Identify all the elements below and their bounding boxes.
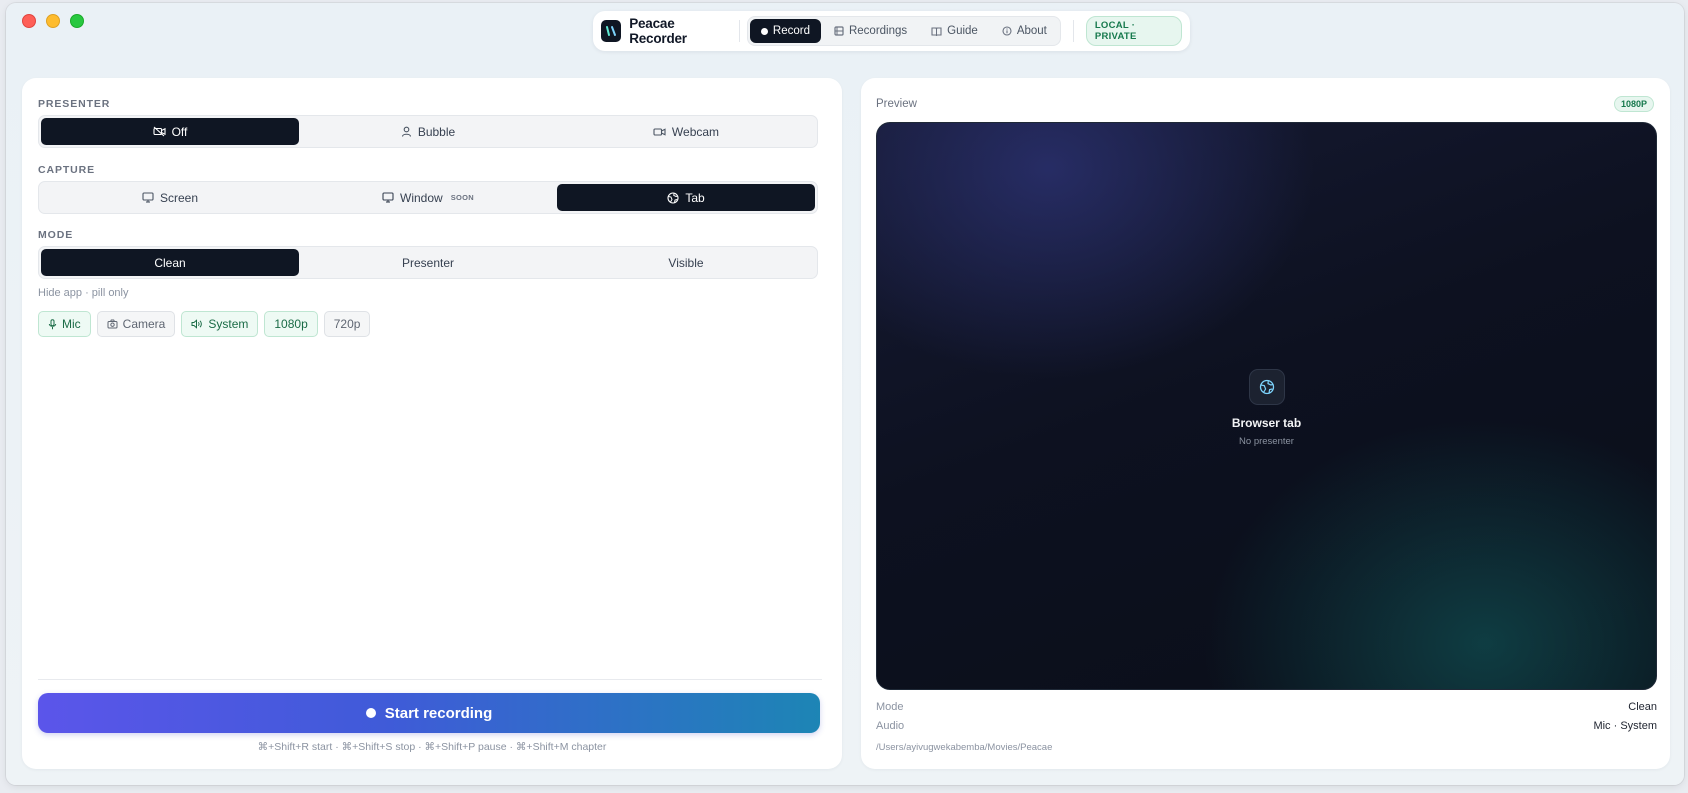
- close-window-button[interactable]: [22, 14, 36, 28]
- nav-record[interactable]: Record: [749, 19, 821, 43]
- preview-source-label: Browser tab: [1231, 416, 1302, 430]
- app-logo-icon: [601, 20, 622, 42]
- start-recording-button[interactable]: Start recording: [38, 693, 820, 733]
- info-icon: [1002, 26, 1012, 36]
- audio-meta-row: Audio Mic · System: [876, 720, 1657, 732]
- footer-divider: [38, 679, 822, 680]
- main-nav: Record Recordings Guide About: [746, 16, 1061, 46]
- mode-section-label: MODE: [38, 229, 74, 241]
- capture-section-label: CAPTURE: [38, 164, 96, 176]
- keyboard-shortcuts-hint: ⌘+Shift+R start · ⌘+Shift+S stop · ⌘+Shi…: [257, 741, 607, 753]
- nav-guide-label: Guide: [947, 25, 978, 37]
- mode-meta-value: Clean: [1628, 701, 1657, 713]
- camera-toggle-label: Camera: [122, 317, 166, 331]
- record-dot-icon: [365, 708, 376, 718]
- preview-title: Preview: [876, 98, 917, 110]
- capture-option-tab[interactable]: Tab: [557, 184, 815, 211]
- mode-option-presenter[interactable]: Presenter: [299, 249, 557, 276]
- nav-record-label: Record: [772, 25, 810, 37]
- presenter-option-off[interactable]: Off: [41, 118, 299, 145]
- mode-option-visible[interactable]: Visible: [557, 249, 815, 276]
- book-icon: [931, 26, 942, 36]
- nav-about-label: About: [1016, 25, 1047, 37]
- monitor-icon: [142, 192, 154, 203]
- capture-option-tab-label: Tab: [685, 190, 705, 205]
- window-controls: [22, 14, 84, 28]
- record-dot-icon: [760, 27, 768, 35]
- capture-option-window-label: Window: [400, 190, 443, 205]
- speaker-icon: [191, 319, 203, 329]
- resolution-1080p-option[interactable]: 1080p: [264, 311, 318, 337]
- minimize-window-button[interactable]: [46, 14, 60, 28]
- system-audio-toggle[interactable]: System: [181, 311, 259, 337]
- window-icon: [382, 192, 394, 203]
- camera-toggle[interactable]: Camera: [96, 311, 176, 337]
- capture-option-screen[interactable]: Screen: [41, 184, 299, 211]
- user-icon: [401, 126, 412, 137]
- mode-meta-row: Mode Clean: [876, 701, 1657, 713]
- mic-toggle-label: Mic: [62, 317, 81, 331]
- film-icon: [834, 26, 844, 36]
- audio-meta-key: Audio: [876, 720, 905, 732]
- preview-panel: Preview 1080P Browser tab No presenter M…: [861, 78, 1670, 769]
- preview-placeholder: Browser tab No presenter: [877, 369, 1656, 447]
- video-icon: [653, 127, 666, 137]
- preview-canvas: Browser tab No presenter: [876, 122, 1657, 690]
- resolution-badge: 1080P: [1613, 96, 1654, 112]
- mode-hint: Hide app · pill only: [38, 287, 129, 299]
- capture-selector: Screen Window SOON Tab: [38, 181, 818, 214]
- start-recording-label: Start recording: [384, 704, 493, 722]
- globe-icon: [1248, 369, 1285, 405]
- soon-tag: SOON: [450, 193, 474, 202]
- presenter-option-webcam-label: Webcam: [671, 124, 720, 139]
- mode-option-clean[interactable]: Clean: [41, 249, 299, 276]
- top-bar: Peacae Recorder Record Recordings Guide: [593, 11, 1190, 51]
- presenter-option-bubble-label: Bubble: [417, 124, 456, 139]
- settings-panel: PRESENTER Off Bubble Webcam CAPTURE Scre…: [22, 78, 842, 769]
- presenter-section-label: PRESENTER: [38, 98, 111, 110]
- nav-recordings[interactable]: Recordings: [823, 19, 918, 43]
- privacy-badge: LOCAL · PRIVATE: [1085, 16, 1183, 46]
- nav-about[interactable]: About: [991, 19, 1058, 43]
- nav-recordings-label: Recordings: [848, 25, 908, 37]
- presenter-option-webcam[interactable]: Webcam: [557, 118, 815, 145]
- app-window: Peacae Recorder Record Recordings Guide: [6, 3, 1684, 785]
- video-off-icon: [153, 126, 166, 137]
- capture-option-screen-label: Screen: [159, 190, 199, 205]
- audio-meta-value: Mic · System: [1593, 720, 1657, 732]
- preview-presenter-label: No presenter: [1239, 436, 1294, 447]
- globe-icon: [667, 191, 679, 204]
- camera-icon: [107, 319, 118, 329]
- divider: [738, 20, 740, 42]
- recording-toggles: Mic Camera System 1080p 720p: [38, 311, 371, 337]
- resolution-720p-option[interactable]: 720p: [323, 311, 371, 337]
- presenter-selector: Off Bubble Webcam: [38, 115, 818, 148]
- mic-toggle[interactable]: Mic: [38, 311, 91, 337]
- mode-selector: Clean Presenter Visible: [38, 246, 818, 279]
- app-title: Peacae Recorder: [629, 16, 687, 46]
- nav-guide[interactable]: Guide: [920, 19, 989, 43]
- system-audio-toggle-label: System: [208, 317, 249, 331]
- presenter-option-bubble[interactable]: Bubble: [299, 118, 557, 145]
- output-path[interactable]: /Users/ayivugwekabemba/Movies/Peacae: [876, 742, 1052, 753]
- capture-option-window[interactable]: Window SOON: [299, 184, 557, 211]
- mode-meta-key: Mode: [876, 701, 904, 713]
- maximize-window-button[interactable]: [70, 14, 84, 28]
- presenter-option-off-label: Off: [171, 124, 188, 139]
- divider: [1072, 20, 1074, 42]
- mic-icon: [48, 318, 57, 330]
